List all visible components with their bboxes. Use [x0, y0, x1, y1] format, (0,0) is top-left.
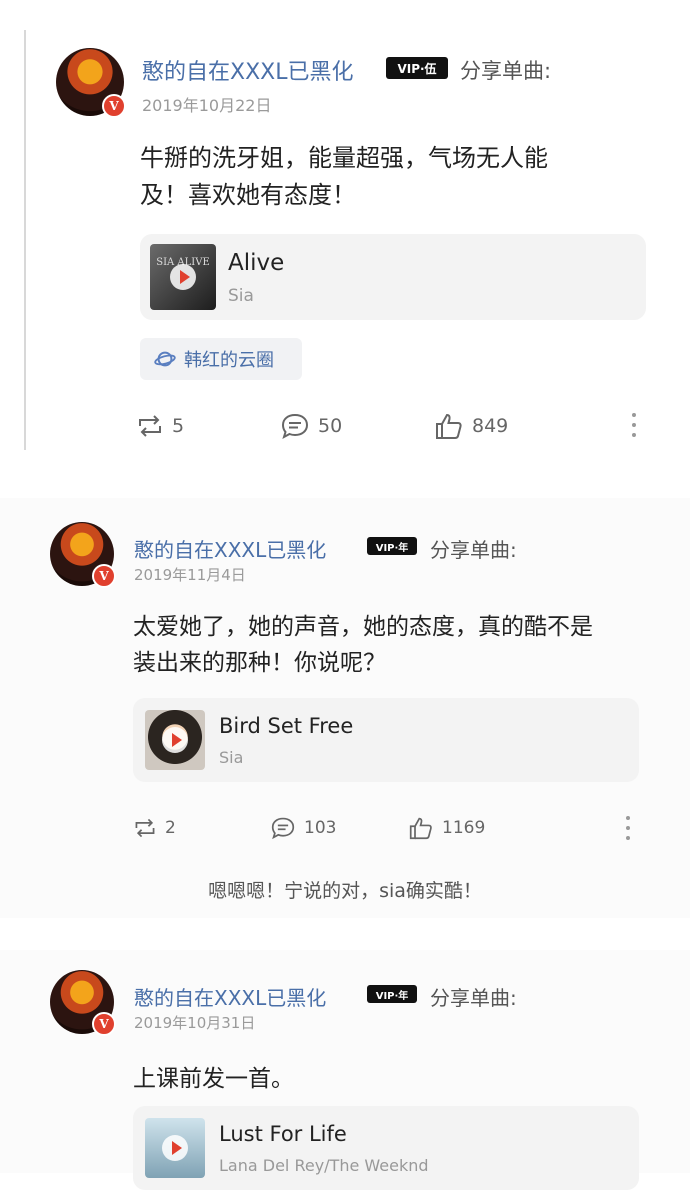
song-artist: Sia	[228, 286, 254, 306]
post-text-line: 上课前发一首。	[133, 1066, 294, 1092]
repost-icon	[135, 818, 155, 838]
like-button[interactable]: 849	[434, 412, 508, 440]
post-text-line: 牛掰的洗牙姐，能量超强，气场无人能	[140, 144, 548, 172]
thumbs-up-icon	[436, 413, 462, 439]
post-date: 2019年10月22日	[142, 96, 272, 115]
post-text-line: 装出来的那种！你说呢？	[133, 649, 386, 676]
post-1: V 憨的自在XXXL已黑化 VIP·伍 分享单曲: 2019年10月22日 牛掰…	[0, 0, 690, 470]
verified-icon: V	[92, 1012, 116, 1036]
post-text-line: 太爱她了，她的声音，她的态度，真的酷不是	[133, 614, 593, 640]
post-date: 2019年11月4日	[134, 566, 246, 584]
comment-icon	[281, 413, 309, 440]
repost-count: 5	[172, 415, 185, 437]
circle-tag[interactable]: 韩红的云圈	[140, 338, 302, 380]
album-cover: SIA ALIVE	[150, 244, 216, 310]
album-cover	[145, 710, 205, 770]
song-title: Alive	[228, 250, 285, 276]
song-artist: Sia	[219, 748, 244, 767]
repost-button[interactable]: 5	[136, 412, 184, 440]
avatar[interactable]: V	[56, 48, 126, 118]
play-icon[interactable]	[162, 727, 188, 753]
song-title: Lust For Life	[219, 1122, 347, 1146]
like-button[interactable]: 1169	[408, 816, 485, 840]
thumbs-up-icon	[409, 817, 432, 840]
play-icon[interactable]	[162, 1135, 188, 1161]
repost-count: 2	[165, 818, 176, 838]
comment-count: 103	[304, 818, 337, 838]
comment-button[interactable]: 103	[270, 816, 336, 840]
song-card[interactable]: SIA ALIVE Alive Sia	[140, 234, 646, 320]
repost-button[interactable]: 2	[133, 816, 176, 840]
post-text: 牛掰的洗牙姐，能量超强，气场无人能 及！喜欢她有态度！	[140, 140, 548, 214]
more-options-icon[interactable]	[631, 413, 637, 437]
username[interactable]: 憨的自在XXXL已黑化	[142, 54, 353, 86]
share-action-label: 分享单曲:	[430, 538, 517, 562]
song-card[interactable]: Bird Set Free Sia	[133, 698, 639, 782]
username[interactable]: 憨的自在XXXL已黑化	[134, 534, 326, 563]
song-card[interactable]: Lust For Life Lana Del Rey/The Weeknd	[133, 1106, 639, 1190]
circle-name: 韩红的云圈	[184, 350, 274, 371]
like-count: 849	[472, 415, 509, 437]
comment-button[interactable]: 50	[280, 412, 342, 440]
share-action-label: 分享单曲:	[460, 59, 552, 83]
post-date: 2019年10月31日	[134, 1014, 256, 1032]
vip-badge: VIP·伍	[386, 57, 448, 79]
comment-icon	[271, 817, 295, 840]
thread-line	[24, 30, 26, 450]
album-cover	[145, 1118, 205, 1178]
vip-badge: VIP·年	[367, 985, 417, 1003]
post-text-line: 及！喜欢她有态度！	[140, 181, 356, 210]
post-3: V 憨的自在XXXL已黑化 VIP·年 分享单曲: 2019年10月31日 上课…	[0, 950, 690, 1190]
share-action-label: 分享单曲:	[430, 986, 517, 1010]
like-count: 1169	[442, 818, 486, 838]
verified-icon: V	[92, 564, 116, 588]
avatar[interactable]: V	[50, 970, 116, 1036]
post-text: 上课前发一首。	[133, 1062, 294, 1098]
caption-label: 嗯嗯嗯！宁说的对，sia确实酷！	[208, 880, 482, 902]
username[interactable]: 憨的自在XXXL已黑化	[134, 982, 326, 1011]
post-2: V 憨的自在XXXL已黑化 VIP·年 分享单曲: 2019年11月4日 太爱她…	[0, 498, 690, 918]
cloud-planet-icon	[154, 351, 176, 367]
song-title: Bird Set Free	[219, 714, 354, 738]
play-icon[interactable]	[170, 264, 196, 290]
comment-count: 50	[318, 415, 343, 437]
more-options-icon[interactable]	[625, 816, 631, 840]
song-artist: Lana Del Rey/The Weeknd	[219, 1156, 429, 1175]
avatar[interactable]: V	[50, 522, 116, 588]
verified-icon: V	[102, 94, 126, 118]
repost-icon	[139, 415, 161, 437]
vip-badge: VIP·年	[367, 537, 417, 555]
post-text: 太爱她了，她的声音，她的态度，真的酷不是 装出来的那种！你说呢？	[133, 610, 593, 681]
